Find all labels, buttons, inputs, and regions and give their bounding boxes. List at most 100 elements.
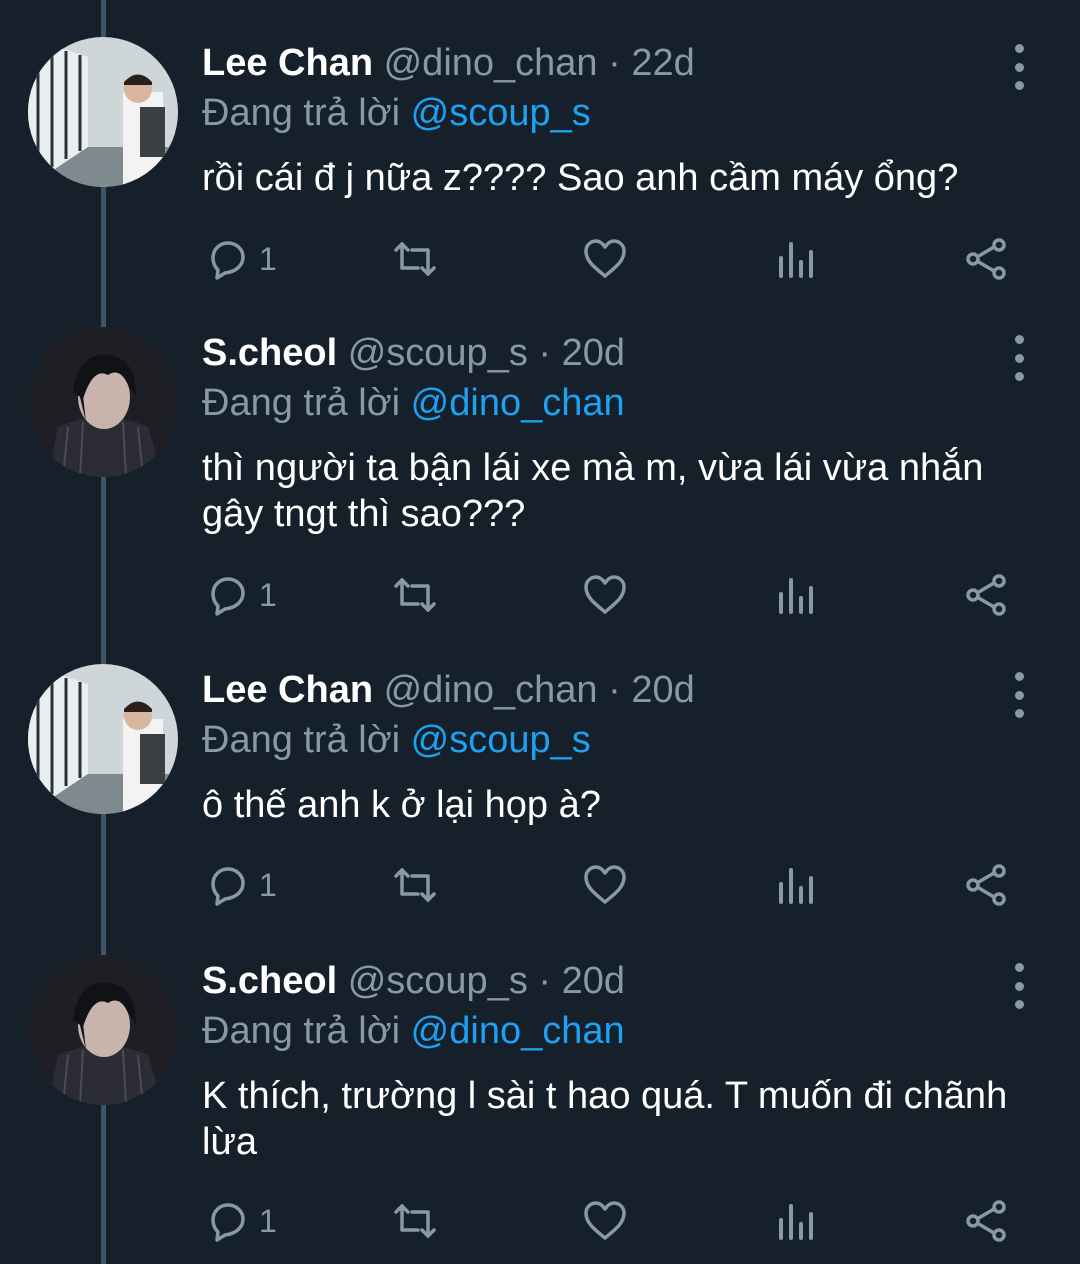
heart-icon bbox=[584, 575, 626, 614]
separator-dot: · bbox=[608, 42, 621, 84]
display-name[interactable]: Lee Chan bbox=[202, 669, 373, 711]
scheol-avatar-image bbox=[28, 327, 178, 477]
separator-dot: · bbox=[608, 669, 621, 711]
avatar[interactable] bbox=[28, 327, 178, 477]
tweet-text: thì người ta bận lái xe mà m, vừa lái vừ… bbox=[202, 447, 984, 535]
replying-to: Đang trả lời @dino_chan bbox=[202, 1006, 625, 1056]
avatar[interactable] bbox=[28, 955, 178, 1105]
analytics-button[interactable] bbox=[773, 1196, 819, 1246]
analytics-icon bbox=[779, 1204, 813, 1240]
share-button[interactable] bbox=[963, 234, 1009, 284]
tweet-text: K thích, trường l sài t hao quá. T muốn … bbox=[202, 1075, 1008, 1163]
more-vertical-icon bbox=[1014, 44, 1024, 53]
timestamp[interactable]: 20d bbox=[631, 669, 694, 711]
more-vertical-icon bbox=[1014, 963, 1024, 972]
reply-count: 1 bbox=[259, 576, 277, 613]
tweet-header: S.cheol @scoup_s · 20d bbox=[202, 956, 625, 1006]
retweet-button[interactable] bbox=[392, 860, 438, 910]
replying-to-label: Đang trả lời bbox=[202, 92, 411, 134]
timestamp[interactable]: 20d bbox=[562, 332, 625, 374]
retweet-icon bbox=[394, 1204, 436, 1238]
tweet-actions: 1 bbox=[0, 234, 1080, 284]
mention-link[interactable]: @scoup_s bbox=[411, 719, 591, 761]
tweet-actions: 1 bbox=[0, 1196, 1080, 1246]
more-vertical-icon bbox=[1014, 335, 1024, 344]
retweet-button[interactable] bbox=[392, 1196, 438, 1246]
replying-to: Đang trả lời @scoup_s bbox=[202, 88, 591, 138]
reply-button[interactable]: 1 bbox=[205, 860, 277, 910]
reply-button[interactable]: 1 bbox=[205, 1196, 277, 1246]
lee-chan-avatar-image bbox=[28, 37, 178, 187]
share-button[interactable] bbox=[963, 570, 1009, 620]
display-name[interactable]: S.cheol bbox=[202, 960, 337, 1002]
share-icon bbox=[966, 574, 1006, 616]
user-handle[interactable]: @dino_chan bbox=[384, 669, 598, 711]
avatar[interactable] bbox=[28, 664, 178, 814]
reply-count: 1 bbox=[259, 866, 277, 903]
more-vertical-icon bbox=[1014, 672, 1024, 681]
scheol-avatar-image bbox=[28, 955, 178, 1105]
analytics-button[interactable] bbox=[773, 860, 819, 910]
mention-link[interactable]: @dino_chan bbox=[411, 1010, 625, 1052]
reply-icon bbox=[211, 1203, 245, 1242]
tweet-header: S.cheol @scoup_s · 20d bbox=[202, 328, 625, 378]
retweet-button[interactable] bbox=[392, 570, 438, 620]
share-button[interactable] bbox=[963, 1196, 1009, 1246]
heart-icon bbox=[584, 239, 626, 278]
timestamp[interactable]: 22d bbox=[631, 42, 694, 84]
share-icon bbox=[966, 1200, 1006, 1242]
more-options-button[interactable] bbox=[1006, 335, 1032, 381]
more-options-button[interactable] bbox=[1006, 44, 1032, 90]
replying-to: Đang trả lời @dino_chan bbox=[202, 378, 625, 428]
analytics-button[interactable] bbox=[773, 234, 819, 284]
reply-button[interactable]: 1 bbox=[205, 570, 277, 620]
more-options-button[interactable] bbox=[1006, 963, 1032, 1009]
reply-icon bbox=[211, 867, 245, 906]
retweet-button[interactable] bbox=[392, 234, 438, 284]
replying-to-label: Đang trả lời bbox=[202, 382, 411, 424]
like-button[interactable] bbox=[582, 1196, 628, 1246]
retweet-icon bbox=[394, 578, 436, 612]
analytics-button[interactable] bbox=[773, 570, 819, 620]
lee-chan-avatar-image bbox=[28, 664, 178, 814]
retweet-icon bbox=[394, 868, 436, 902]
retweet-icon bbox=[394, 242, 436, 276]
like-button[interactable] bbox=[582, 234, 628, 284]
reply-count: 1 bbox=[259, 240, 277, 277]
tweet-text: rồi cái đ j nữa z???? Sao anh cầm máy ổn… bbox=[202, 157, 959, 199]
replying-to: Đang trả lời @scoup_s bbox=[202, 715, 591, 765]
heart-icon bbox=[584, 1201, 626, 1240]
separator-dot: · bbox=[538, 332, 552, 374]
reply-button[interactable]: 1 bbox=[205, 234, 277, 284]
tweet-header: Lee Chan @dino_chan · 20d bbox=[202, 665, 695, 715]
timestamp[interactable]: 20d bbox=[562, 960, 625, 1002]
reply-icon bbox=[211, 577, 245, 616]
user-handle[interactable]: @scoup_s bbox=[348, 960, 528, 1002]
reply-count: 1 bbox=[259, 1202, 277, 1239]
heart-icon bbox=[584, 865, 626, 904]
tweet-text: ô thế anh k ở lại họp à? bbox=[202, 784, 601, 826]
avatar[interactable] bbox=[28, 37, 178, 187]
mention-link[interactable]: @dino_chan bbox=[411, 382, 625, 424]
like-button[interactable] bbox=[582, 570, 628, 620]
like-button[interactable] bbox=[582, 860, 628, 910]
display-name[interactable]: Lee Chan bbox=[202, 42, 373, 84]
analytics-icon bbox=[779, 868, 813, 904]
tweet-actions: 1 bbox=[0, 570, 1080, 620]
tweet-header: Lee Chan @dino_chan · 22d bbox=[202, 38, 695, 88]
share-icon bbox=[966, 238, 1006, 280]
analytics-icon bbox=[779, 578, 813, 614]
tweet-actions: 1 bbox=[0, 860, 1080, 910]
share-button[interactable] bbox=[963, 860, 1009, 910]
replying-to-label: Đang trả lời bbox=[202, 1010, 411, 1052]
more-options-button[interactable] bbox=[1006, 672, 1032, 718]
share-icon bbox=[966, 864, 1006, 906]
reply-icon bbox=[211, 241, 245, 280]
replying-to-label: Đang trả lời bbox=[202, 719, 411, 761]
mention-link[interactable]: @scoup_s bbox=[411, 92, 591, 134]
user-handle[interactable]: @scoup_s bbox=[348, 332, 528, 374]
display-name[interactable]: S.cheol bbox=[202, 332, 337, 374]
separator-dot: · bbox=[538, 960, 552, 1002]
user-handle[interactable]: @dino_chan bbox=[384, 42, 598, 84]
analytics-icon bbox=[779, 242, 813, 278]
